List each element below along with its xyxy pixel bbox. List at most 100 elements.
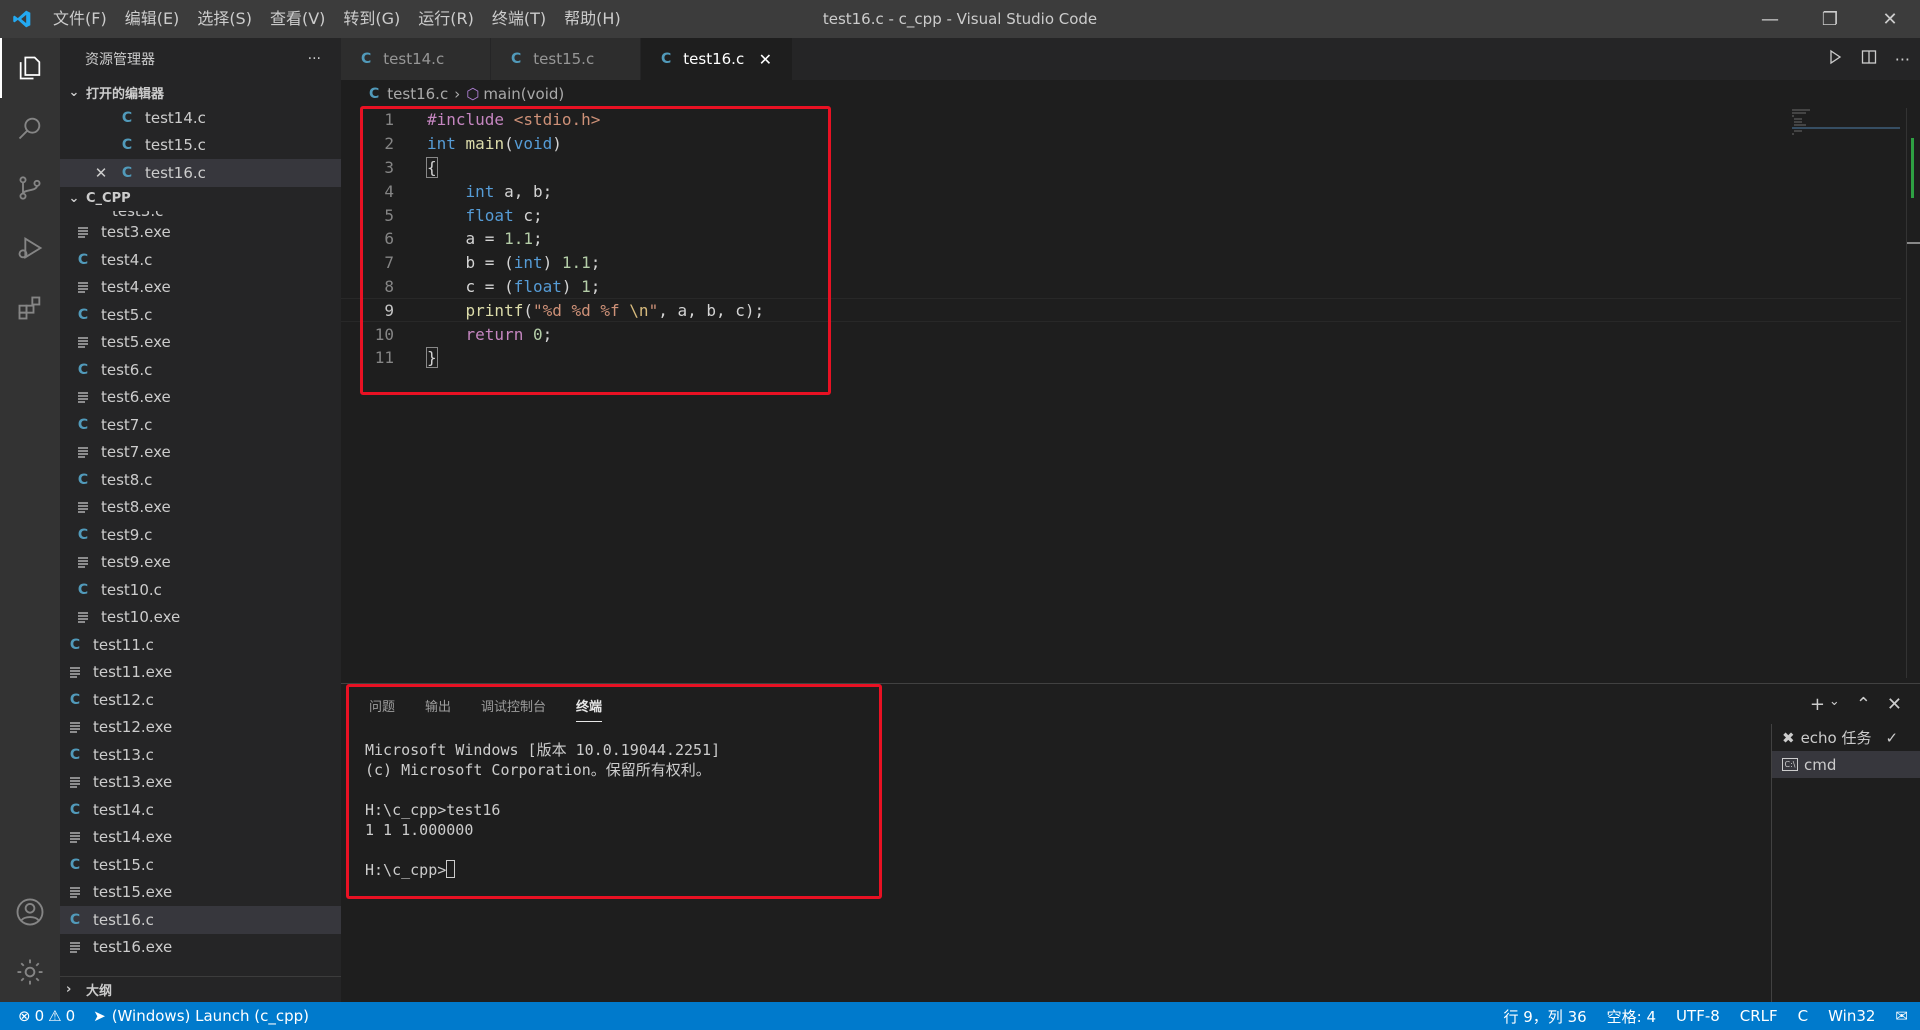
file-tree-item[interactable]: Ctest12.c <box>60 686 341 714</box>
file-tree-item[interactable]: Ctest16.c <box>60 906 341 934</box>
run-debug-icon[interactable] <box>0 218 60 278</box>
c-file-icon: C <box>369 86 380 102</box>
exe-file-icon <box>74 281 92 293</box>
file-tree-item[interactable]: Ctest9.c <box>60 521 341 549</box>
minimap[interactable] <box>1790 108 1900 138</box>
menu-file[interactable]: 文件(F) <box>44 0 116 38</box>
outline-header[interactable]: › 大纲 <box>60 976 341 1002</box>
more-actions-icon[interactable]: ··· <box>1895 50 1910 69</box>
tab-test15[interactable]: C test15.c <box>491 38 641 80</box>
menu-terminal[interactable]: 终端(T) <box>483 0 555 38</box>
exe-file-icon <box>74 556 92 568</box>
file-tree-item[interactable]: test9.exe <box>60 549 341 577</box>
restore-icon[interactable]: ❐ <box>1800 0 1860 38</box>
close-window-icon[interactable]: ✕ <box>1860 0 1920 38</box>
file-tree-item[interactable]: Ctest11.c <box>60 631 341 659</box>
close-panel-icon[interactable]: ✕ <box>1887 694 1902 715</box>
file-tree-item[interactable]: test11.exe <box>60 659 341 687</box>
problems-status[interactable]: ⊗ 0 ⚠ 0 <box>18 1007 75 1025</box>
explorer-title: 资源管理器 <box>85 52 155 68</box>
terminal-icon: C:\ <box>1782 758 1798 771</box>
breadcrumb-symbol[interactable]: main(void) <box>483 85 564 103</box>
file-tree-item[interactable]: Ctest8.c <box>60 466 341 494</box>
file-tree-item[interactable]: test3.exe <box>60 219 341 247</box>
tab-label: test14.c <box>383 50 445 68</box>
file-tree-label: test9.c <box>101 525 153 544</box>
vscode-logo-icon <box>0 0 44 38</box>
file-tree-item[interactable]: test15.exe <box>60 879 341 907</box>
extensions-icon[interactable] <box>0 278 60 338</box>
file-tree-item[interactable]: test6.exe <box>60 384 341 412</box>
file-tree-item[interactable]: test8.exe <box>60 494 341 522</box>
tab-test14[interactable]: C test14.c <box>341 38 491 80</box>
account-icon[interactable] <box>0 882 60 942</box>
close-tab-icon[interactable]: ✕ <box>759 50 772 69</box>
breadcrumb-file[interactable]: test16.c <box>387 85 448 103</box>
file-tree-item[interactable]: Ctest14.c <box>60 796 341 824</box>
file-tree-item[interactable]: test4.exe <box>60 274 341 302</box>
file-tree-label: test5.c <box>101 305 153 324</box>
maximize-panel-icon[interactable]: ⌃ <box>1856 694 1871 715</box>
file-tree-item[interactable]: Ctest10.c <box>60 576 341 604</box>
line-ending[interactable]: CRLF <box>1740 1007 1778 1025</box>
open-editors-header[interactable]: ⌄ 打开的编辑器 <box>60 80 341 104</box>
settings-gear-icon[interactable] <box>0 942 60 1002</box>
tab-label: test15.c <box>533 50 595 68</box>
new-terminal-icon[interactable]: + <box>1810 694 1825 715</box>
explorer-icon[interactable] <box>0 38 60 98</box>
menu-edit[interactable]: 编辑(E) <box>116 0 189 38</box>
menu-view[interactable]: 查看(V) <box>261 0 334 38</box>
source-control-icon[interactable] <box>0 158 60 218</box>
file-tree-item[interactable]: test16.exe <box>60 934 341 962</box>
open-editor-item[interactable]: C test15.c <box>60 132 341 160</box>
exe-file-icon <box>74 336 92 348</box>
terminal-item-echo[interactable]: ✖ echo 任务 ✓ <box>1772 724 1920 751</box>
tab-label: test16.c <box>683 50 745 68</box>
terminal-item-label: cmd <box>1804 755 1837 774</box>
notifications-icon[interactable]: ✉ <box>1895 1007 1908 1025</box>
menu-run[interactable]: 运行(R) <box>409 0 483 38</box>
file-tree-item[interactable]: test13.exe <box>60 769 341 797</box>
warning-count: 0 <box>65 1007 76 1025</box>
symbol-method-icon: ⬡ <box>466 85 480 103</box>
file-tree-item[interactable]: Ctest13.c <box>60 741 341 769</box>
folder-header[interactable]: ⌄ C_CPP <box>60 187 341 211</box>
open-editor-item-active[interactable]: ✕ C test16.c <box>60 159 341 187</box>
search-icon[interactable] <box>0 98 60 158</box>
open-editor-item[interactable]: C test14.c <box>60 104 341 132</box>
file-tree-item[interactable]: Ctest5.c <box>60 301 341 329</box>
file-tree-item[interactable]: test5.exe <box>60 329 341 357</box>
file-tree-item[interactable]: Ctest6.c <box>60 356 341 384</box>
close-editor-icon[interactable]: ✕ <box>94 164 108 182</box>
menu-selection[interactable]: 选择(S) <box>188 0 261 38</box>
tab-test16[interactable]: C test16.c ✕ <box>641 38 793 80</box>
language-mode[interactable]: C <box>1798 1007 1808 1025</box>
file-tree-item[interactable]: Ctest7.c <box>60 411 341 439</box>
file-tree-item[interactable]: test12.exe <box>60 714 341 742</box>
file-tree-item[interactable]: test7.exe <box>60 439 341 467</box>
file-tree-item[interactable]: Ctest4.c <box>60 246 341 274</box>
debug-launch-status[interactable]: ➤ (Windows) Launch (c_cpp) <box>93 1007 309 1025</box>
c-file-icon: C <box>69 911 81 928</box>
split-editor-icon[interactable] <box>1861 49 1877 69</box>
file-tree-label: test13.c <box>93 745 154 764</box>
chevron-down-icon[interactable]: ⌄ <box>1829 694 1840 715</box>
more-actions-icon[interactable]: ··· <box>308 51 321 67</box>
encoding[interactable]: UTF-8 <box>1676 1007 1720 1025</box>
menu-go[interactable]: 转到(G) <box>334 0 409 38</box>
file-tree-label: test4.exe <box>101 278 171 297</box>
cursor-position[interactable]: 行 9，列 36 <box>1504 1006 1587 1027</box>
file-tree-item[interactable]: Ctest15.c <box>60 851 341 879</box>
file-tree-item[interactable]: test10.exe <box>60 604 341 632</box>
file-tree-item[interactable]: test14.exe <box>60 824 341 852</box>
minimize-icon[interactable]: — <box>1740 0 1800 38</box>
error-icon: ⊗ <box>18 1007 31 1025</box>
breadcrumb: C test16.c › ⬡ main(void) <box>341 80 1920 108</box>
indentation[interactable]: 空格: 4 <box>1607 1006 1656 1027</box>
platform[interactable]: Win32 <box>1828 1007 1875 1025</box>
terminal-item-cmd[interactable]: C:\ cmd <box>1772 751 1920 778</box>
menu-help[interactable]: 帮助(H) <box>555 0 630 38</box>
run-file-icon[interactable] <box>1827 49 1843 69</box>
editor-scrollbar[interactable] <box>1906 108 1920 678</box>
file-tree-label: test16.exe <box>93 938 173 957</box>
